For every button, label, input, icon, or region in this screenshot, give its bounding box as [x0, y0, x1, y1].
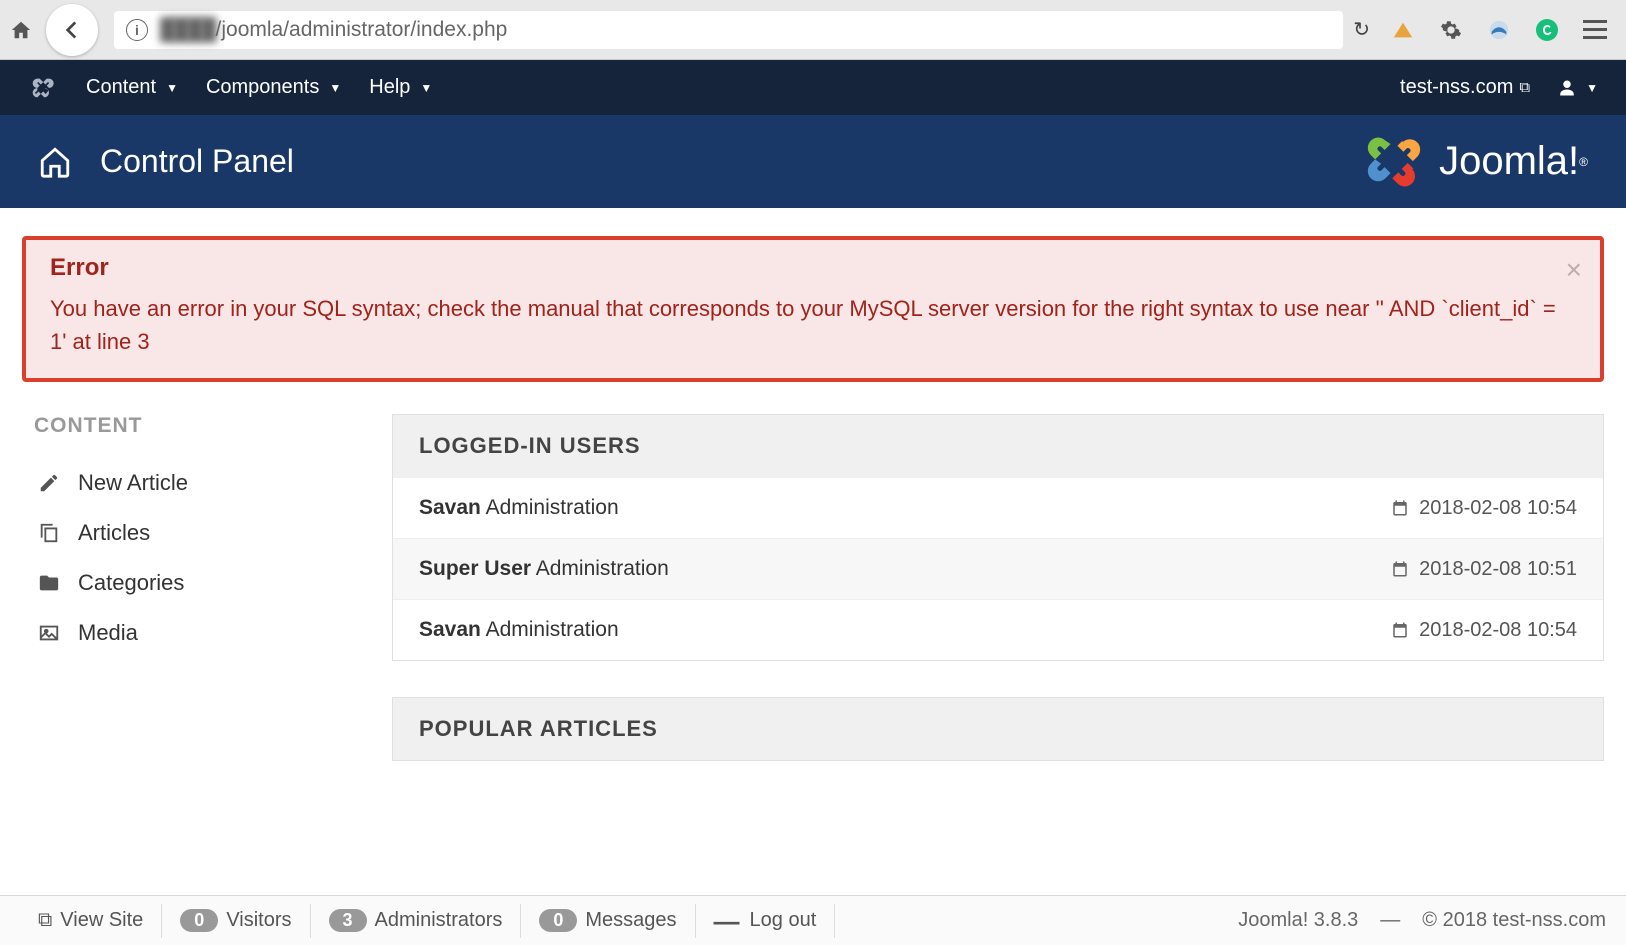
site-link[interactable]: test-nss.com⧉ — [1400, 76, 1530, 99]
dash: — — [1380, 909, 1400, 932]
home-icon — [38, 145, 72, 179]
calendar-icon — [1391, 499, 1409, 517]
user-menu[interactable]: ▼ — [1558, 79, 1598, 97]
view-site-link[interactable]: ⧉ View Site — [20, 904, 162, 938]
sidebar-categories[interactable]: Categories — [34, 558, 352, 608]
page-title: Control Panel — [100, 143, 294, 180]
joomla-brand: Joomla!® — [1359, 132, 1588, 192]
admins-status[interactable]: 3Administrators — [311, 904, 522, 938]
popular-articles-panel: POPULAR ARTICLES — [392, 697, 1604, 761]
admin-navbar: Content▼ Components▼ Help▼ test-nss.com⧉… — [0, 60, 1626, 115]
sidebar: CONTENT New Article Articles Categories … — [22, 414, 352, 797]
url-obscured: ████ — [160, 18, 216, 42]
page-header: Control Panel Joomla!® — [0, 115, 1626, 208]
browser-chrome: i ████ /joomla/administrator/index.php ↻ — [0, 0, 1626, 60]
calendar-icon — [1391, 621, 1409, 639]
image-icon — [34, 622, 78, 644]
user-row: Super User Administration 2018-02-08 10:… — [393, 538, 1603, 599]
back-button[interactable] — [46, 4, 98, 56]
settings-icon[interactable] — [1430, 9, 1472, 51]
alert-title: Error — [50, 254, 1576, 282]
calendar-icon — [1391, 560, 1409, 578]
visitors-status[interactable]: 0Visitors — [162, 904, 310, 938]
info-icon: i — [126, 19, 148, 41]
panel-header: POPULAR ARTICLES — [393, 698, 1603, 760]
logout-link[interactable]: —Log out — [696, 904, 836, 938]
pencil-icon — [34, 472, 78, 494]
joomla-logo-icon[interactable] — [28, 74, 56, 102]
url-bar[interactable]: i ████ /joomla/administrator/index.php — [114, 11, 1343, 49]
alert-message: You have an error in your SQL syntax; ch… — [50, 292, 1576, 358]
minus-icon: — — [714, 908, 740, 934]
panel-header: LOGGED-IN USERS — [393, 415, 1603, 477]
extension-icon-2[interactable] — [1478, 9, 1520, 51]
menu-button[interactable] — [1574, 9, 1616, 51]
version-text: Joomla! 3.8.3 — [1238, 909, 1358, 932]
nav-content[interactable]: Content▼ — [86, 76, 178, 99]
url-visible: /joomla/administrator/index.php — [216, 18, 508, 42]
extension-icon-1[interactable] — [1382, 9, 1424, 51]
nav-help[interactable]: Help▼ — [369, 76, 432, 99]
status-bar: ⧉ View Site 0Visitors 3Administrators 0M… — [0, 895, 1626, 945]
external-link-icon: ⧉ — [1519, 79, 1530, 96]
user-row: Savan Administration 2018-02-08 10:54 — [393, 477, 1603, 538]
copyright-text: © 2018 test-nss.com — [1422, 909, 1606, 932]
extension-icon-3[interactable] — [1526, 9, 1568, 51]
folder-icon — [34, 572, 78, 594]
messages-status[interactable]: 0Messages — [521, 904, 695, 938]
sidebar-articles[interactable]: Articles — [34, 508, 352, 558]
sidebar-section-title: CONTENT — [34, 414, 352, 438]
user-row: Savan Administration 2018-02-08 10:54 — [393, 599, 1603, 660]
external-link-icon: ⧉ — [38, 909, 52, 932]
copy-icon — [34, 522, 78, 544]
error-alert: Error You have an error in your SQL synt… — [22, 236, 1604, 382]
nav-components[interactable]: Components▼ — [206, 76, 341, 99]
home-button[interactable] — [0, 9, 42, 51]
sidebar-new-article[interactable]: New Article — [34, 458, 352, 508]
alert-close-button[interactable]: × — [1566, 254, 1582, 286]
sidebar-media[interactable]: Media — [34, 608, 352, 658]
reload-button[interactable]: ↻ — [1353, 17, 1370, 42]
logged-in-users-panel: LOGGED-IN USERS Savan Administration 201… — [392, 414, 1604, 661]
